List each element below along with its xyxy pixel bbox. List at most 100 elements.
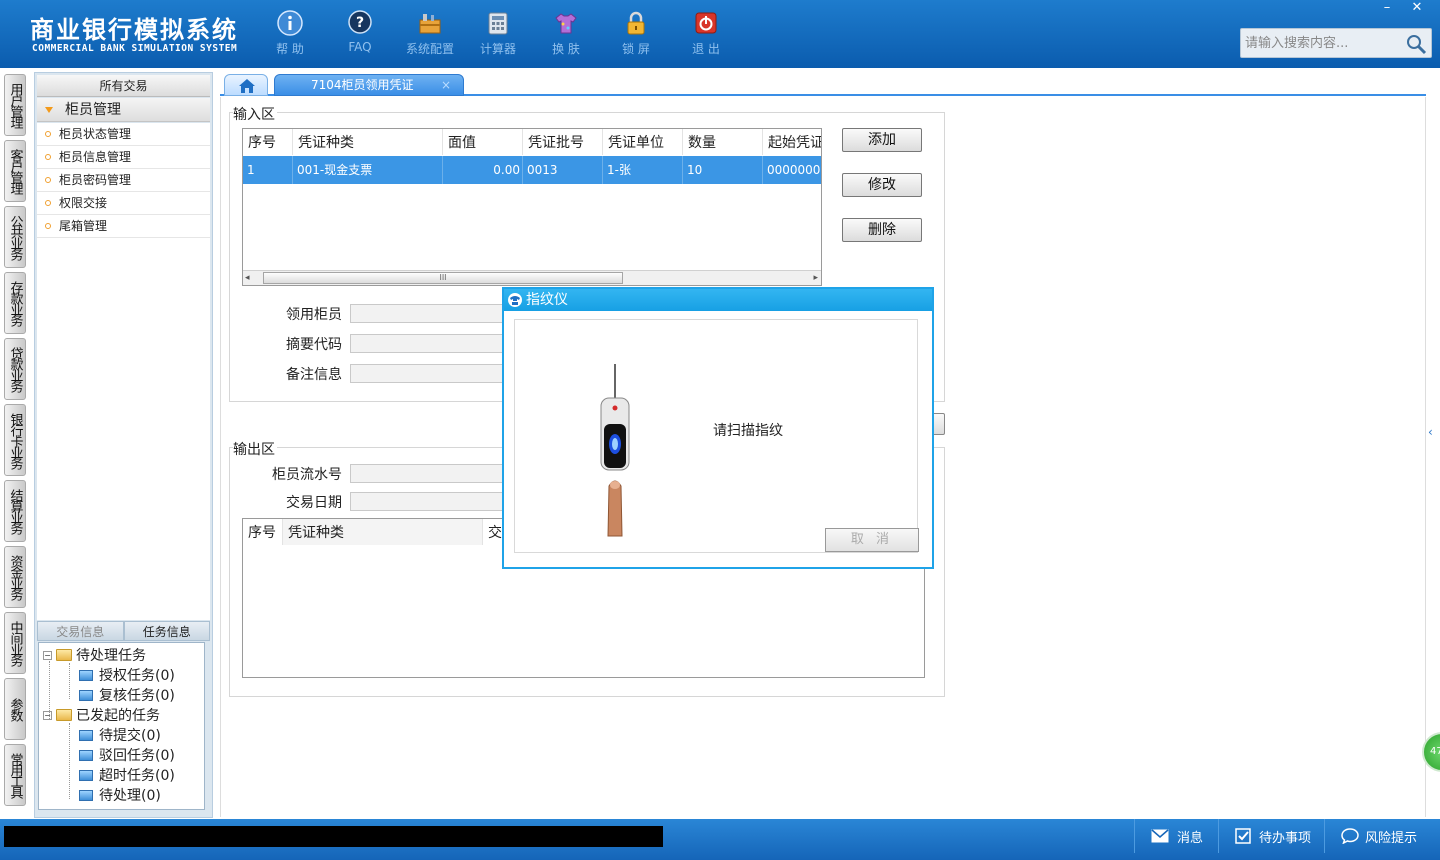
tree-node-review[interactable]: 复核任务(0): [79, 685, 175, 705]
help-button[interactable]: 帮 助: [258, 8, 322, 64]
scroll-left-icon[interactable]: ◂: [245, 273, 250, 283]
menu-item-teller-password[interactable]: 柜员密码管理: [37, 169, 210, 192]
tree-node-label: 待提交(0): [99, 728, 161, 744]
tab-transaction-info[interactable]: 交易信息: [37, 621, 124, 641]
skin-label: 换 肤: [552, 42, 580, 56]
close-window-button[interactable]: ✕: [1402, 0, 1432, 18]
status-bar: 消息 待办事项 风险提示: [0, 819, 1440, 860]
window-controls: – ✕: [1372, 0, 1432, 18]
tree-node-rejected[interactable]: 驳回任务(0): [79, 745, 175, 765]
folder-icon: [56, 649, 72, 661]
scroll-thumb[interactable]: III: [263, 272, 623, 284]
vtab-intermediary[interactable]: 中间业务: [4, 612, 26, 674]
folder-icon: [79, 669, 93, 681]
tree-node-to-process[interactable]: 待处理(0): [79, 785, 161, 805]
vtab-deposit[interactable]: 存款业务: [4, 272, 26, 334]
folder-icon: [79, 789, 93, 801]
teller-field[interactable]: [350, 304, 510, 323]
menu-item-tail-box[interactable]: 尾箱管理: [37, 215, 210, 238]
menu-title[interactable]: 所有交易: [37, 75, 210, 97]
col-batch-no[interactable]: 凭证批号: [523, 129, 603, 155]
menu-item-teller-status[interactable]: 柜员状态管理: [37, 123, 210, 146]
col-quantity[interactable]: 数量: [683, 129, 763, 155]
status-message-area: [4, 826, 663, 847]
collapse-icon[interactable]: −: [43, 650, 52, 660]
tab-task-info[interactable]: 任务信息: [123, 621, 210, 641]
cell-seq: 1: [243, 156, 293, 184]
tree-node-label: 驳回任务(0): [99, 748, 175, 764]
exit-button[interactable]: 退 出: [674, 8, 738, 64]
tree-node-label: 待处理(0): [99, 788, 161, 804]
menu-item-permission-handover[interactable]: 权限交接: [37, 192, 210, 215]
power-icon: [695, 12, 717, 34]
vtab-bank-card[interactable]: 银行卡业务: [4, 404, 26, 476]
vtab-loan[interactable]: 贷款业务: [4, 338, 26, 400]
search-icon[interactable]: [1405, 33, 1427, 55]
folder-icon: [79, 769, 93, 781]
cell-batch-no: 0013: [523, 156, 603, 184]
tree-node-to-submit[interactable]: 待提交(0): [79, 725, 161, 745]
tree-node-timeout[interactable]: 超时任务(0): [79, 765, 175, 785]
input-area-legend: 输入区: [233, 104, 277, 124]
tree-node-authorize[interactable]: 授权任务(0): [79, 665, 175, 685]
minimize-button[interactable]: –: [1372, 0, 1402, 18]
tab-7104-teller-voucher[interactable]: 7104柜员领用凭证 ×: [274, 74, 464, 96]
col-seq[interactable]: 序号: [243, 519, 283, 545]
vtab-funds[interactable]: 资金业务: [4, 546, 26, 608]
menu-group-teller-management[interactable]: 柜员管理: [37, 98, 210, 122]
add-button[interactable]: 添加: [842, 128, 922, 152]
task-tree: − 待处理任务 授权任务(0) 复核任务(0) − 已发起的任务 待提交(0) 驳回…: [38, 642, 205, 810]
table-row[interactable]: 1 001-现金支票 0.00 0013 1-张 10 00000000: [243, 156, 821, 184]
vtab-user-management[interactable]: 用户管理: [4, 74, 26, 136]
skin-button[interactable]: 换 肤: [534, 8, 598, 64]
cell-start-voucher: 00000000: [763, 156, 821, 184]
col-seq[interactable]: 序号: [243, 129, 293, 155]
col-voucher-type[interactable]: 凭证种类: [293, 129, 443, 155]
bullet-icon: [45, 200, 51, 206]
toolbox-icon: [419, 14, 441, 34]
modify-button[interactable]: 修改: [842, 173, 922, 197]
delete-button[interactable]: 删除: [842, 218, 922, 242]
col-unit[interactable]: 凭证单位: [603, 129, 683, 155]
summary-code-label: 摘要代码: [286, 337, 342, 353]
tree-node-pending[interactable]: − 待处理任务: [43, 645, 146, 665]
menu-item-label: 权限交接: [59, 196, 108, 210]
tab-close-icon[interactable]: ×: [441, 75, 451, 95]
vtab-common-tools[interactable]: 常用工具: [4, 744, 26, 806]
teller-serial-field[interactable]: [350, 464, 510, 483]
collapse-icon[interactable]: −: [43, 710, 52, 720]
remarks-field[interactable]: [350, 364, 510, 383]
search-input[interactable]: [1241, 29, 1401, 57]
tree-node-initiated[interactable]: − 已发起的任务: [43, 705, 160, 725]
risk-button[interactable]: 风险提示: [1324, 819, 1440, 853]
trade-date-field[interactable]: [350, 492, 510, 511]
vtab-settlement[interactable]: 结算业务: [4, 480, 26, 542]
horizontal-scrollbar[interactable]: ◂ III ▸: [243, 270, 821, 285]
vtab-customer-management[interactable]: 客户管理: [4, 140, 26, 202]
faq-label: FAQ: [348, 40, 372, 54]
faq-button[interactable]: ? FAQ: [328, 8, 392, 64]
tab-home[interactable]: [224, 74, 268, 96]
col-start-voucher[interactable]: 起始凭证: [763, 129, 821, 155]
tree-node-label: 授权任务(0): [99, 668, 175, 684]
calculator-button[interactable]: 计算器: [466, 8, 530, 64]
col-face-value[interactable]: 面值: [443, 129, 523, 155]
cancel-button[interactable]: 取 消: [825, 528, 919, 552]
col-voucher-type[interactable]: 凭证种类: [283, 519, 483, 545]
messages-button[interactable]: 消息: [1134, 819, 1218, 853]
vtab-public-business[interactable]: 公共业务: [4, 206, 26, 268]
todo-button[interactable]: 待办事项: [1218, 819, 1324, 853]
dialog-title-bar[interactable]: 指纹仪: [504, 289, 932, 311]
folder-icon: [79, 749, 93, 761]
summary-code-field[interactable]: [350, 334, 510, 353]
collapse-side-arrow-icon[interactable]: ‹: [1428, 425, 1440, 461]
vtab-parameters[interactable]: 参数: [4, 678, 26, 740]
scroll-right-icon[interactable]: ▸: [813, 273, 818, 283]
teller-label: 领用柜员: [286, 307, 342, 323]
system-config-button[interactable]: 系统配置: [398, 8, 462, 64]
dialog-message: 请扫描指纹: [713, 423, 783, 439]
lock-screen-button[interactable]: 锁 屏: [604, 8, 668, 64]
menu-item-teller-info[interactable]: 柜员信息管理: [37, 146, 210, 169]
bullet-icon: [45, 131, 51, 137]
fingerprint-dialog: 指纹仪 请扫描指纹 取 消: [502, 287, 934, 569]
